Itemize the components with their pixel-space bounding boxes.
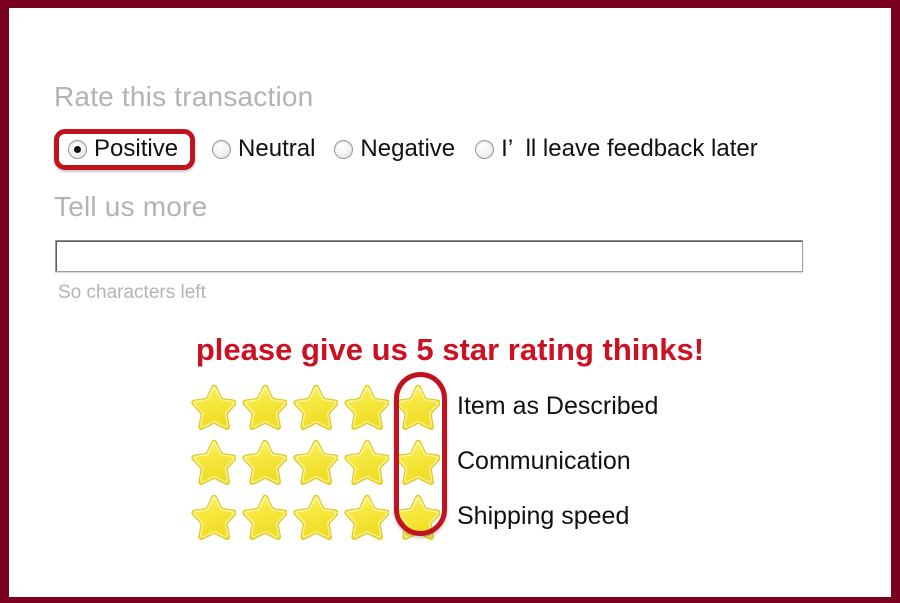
star-icon[interactable] [239,493,287,541]
star-icon[interactable] [341,383,389,431]
tell-us-more-heading: Tell us more [54,191,208,222]
radio-option-negative[interactable]: Negative [334,128,455,170]
radio-label-neutral: Neutral [238,135,316,162]
rating-row: Communication [188,434,658,489]
frame-border-right [891,0,900,603]
radio-label-negative: Negative [360,135,456,162]
rate-section-heading: Rate this transaction [54,81,314,112]
frame-border-left [0,0,9,603]
star-icon[interactable] [341,493,389,541]
rating-label-communication: Communication [457,447,631,475]
rating-radio-group: Positive Neutral Negative I’ ll leave fe… [54,128,758,170]
star-icon[interactable] [290,438,338,486]
star-rating-item-as-described[interactable] [188,383,443,431]
frame-border-bottom [0,597,900,603]
star-icon[interactable] [290,383,338,431]
rating-row: Shipping speed [188,489,658,544]
star-rating-communication[interactable] [188,438,443,486]
star-icon[interactable] [239,383,287,431]
star-icon[interactable] [290,493,338,541]
star-icon[interactable] [188,383,236,431]
rating-label-item-as-described: Item as Described [457,392,659,420]
star-icon[interactable] [392,493,440,541]
star-icon[interactable] [392,383,440,431]
radio-label-positive: Positive [94,135,179,162]
radio-dot-feedback-later[interactable] [475,139,495,159]
tell-us-more-input[interactable] [55,240,803,272]
detailed-seller-ratings: Item as Described Communication Shipping… [188,372,658,544]
star-icon[interactable] [239,438,287,486]
star-icon[interactable] [188,493,236,541]
rating-label-shipping-speed: Shipping speed [457,502,630,530]
radio-label-feedback-later: I’ ll leave feedback later [501,135,758,162]
radio-dot-positive[interactable] [68,139,87,159]
star-icon[interactable] [392,438,440,486]
rating-request-callout: please give us 5 star rating thinks! [195,332,705,367]
characters-left-counter: So characters left [58,282,206,303]
radio-dot-negative[interactable] [334,139,354,159]
frame-border-top [0,0,900,8]
star-icon[interactable] [188,438,236,486]
rating-row: Item as Described [188,379,658,434]
radio-option-positive[interactable]: Positive [54,128,196,170]
radio-option-neutral[interactable]: Neutral [212,128,315,170]
star-icon[interactable] [341,438,389,486]
radio-dot-neutral[interactable] [212,139,232,159]
form-content: Rate this transaction Positive Neutral N… [9,8,891,597]
radio-option-feedback-later[interactable]: I’ ll leave feedback later [475,128,758,170]
star-rating-shipping-speed[interactable] [188,493,443,541]
feedback-form-screen: Rate this transaction Positive Neutral N… [0,0,900,603]
